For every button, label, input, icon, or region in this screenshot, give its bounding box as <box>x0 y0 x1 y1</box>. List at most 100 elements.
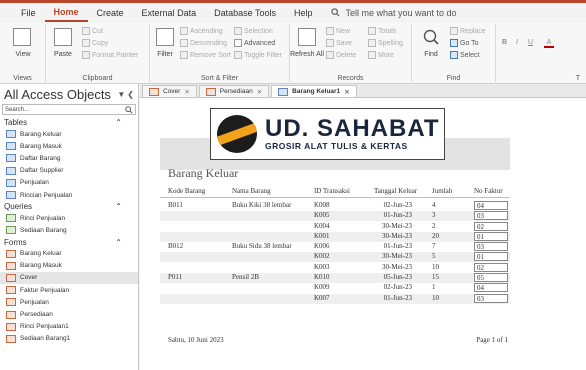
ascending-button[interactable]: Ascending <box>180 27 223 35</box>
filter-button[interactable]: Filter <box>150 51 180 58</box>
more-button[interactable]: More <box>368 51 394 59</box>
tab-help[interactable]: Help <box>285 5 322 21</box>
nav-menu-icon[interactable]: ▼ <box>117 90 125 99</box>
paste-button[interactable]: Paste <box>46 51 80 58</box>
nav-section-forms[interactable]: Forms ⌃ <box>0 237 138 248</box>
group-label-sort-filter: Sort & Filter <box>201 75 238 82</box>
nav-search-input[interactable]: Search... <box>2 104 136 115</box>
nav-item-form[interactable]: Barang Keluar <box>0 248 138 260</box>
cell-tgl: 30-Mei-23 <box>382 252 412 261</box>
nav-section-queries[interactable]: Queries ⌃ <box>0 201 138 212</box>
font-color-button[interactable]: A <box>544 39 554 48</box>
filter-icon[interactable] <box>156 28 174 46</box>
advanced-button[interactable]: Advanced <box>234 39 275 47</box>
nav-item-query[interactable]: Sediaan Barang <box>0 224 138 236</box>
tab-database-tools[interactable]: Database Tools <box>205 5 285 21</box>
doc-tab-barang-keluar1[interactable]: Barang Keluar1 ✕ <box>271 85 357 97</box>
replace-button[interactable]: Replace <box>450 27 486 35</box>
refresh-icon[interactable] <box>298 28 316 46</box>
report-icon <box>278 87 289 96</box>
company-logo: UD. SAHABAT GROSIR ALAT TULIS & KERTAS <box>210 108 445 160</box>
save-record-button[interactable]: Save <box>326 39 352 47</box>
doc-tab-cover[interactable]: Cover ✕ <box>142 85 197 97</box>
selection-button[interactable]: Selection <box>234 27 273 35</box>
table-row: K001 30-Mei-23 20 01 <box>160 231 520 243</box>
table-row: K005 01-Jun-23 3 03 <box>160 211 520 222</box>
cell-faktur: 03 <box>474 293 508 303</box>
toggle-filter-button[interactable]: Toggle Filter <box>234 51 282 59</box>
nav-item-label: Rinci Penjualan1 <box>20 323 69 331</box>
query-icon <box>6 214 16 223</box>
section-label: Tables <box>4 118 28 127</box>
spelling-button[interactable]: Spelling <box>368 39 403 47</box>
refresh-all-button[interactable]: Refresh All <box>290 51 324 58</box>
format-painter-button[interactable]: Format Painter <box>82 51 138 59</box>
underline-button[interactable]: U <box>528 39 533 46</box>
table-row: P011 Pensil 2B K010 05-Jun-23 15 05 <box>160 273 520 284</box>
nav-item-query[interactable]: Rinci Penjualan <box>0 212 138 224</box>
cell-jml: 2 <box>432 221 436 230</box>
nav-item-form[interactable]: Rinci Penjualan1 <box>0 321 138 333</box>
cell-nama: Pensil 2B <box>232 273 260 282</box>
remove-sort-button[interactable]: Remove Sort <box>180 51 231 59</box>
more-label: More <box>378 51 394 59</box>
view-button[interactable]: View <box>0 51 46 58</box>
new-record-button[interactable]: New <box>326 27 350 35</box>
tab-create[interactable]: Create <box>88 5 133 21</box>
descending-button[interactable]: Descending <box>180 39 227 47</box>
nav-item-form[interactable]: Penjualan <box>0 296 138 308</box>
logo-tagline: GROSIR ALAT TULIS & KERTAS <box>265 141 408 151</box>
group-label-records: Records <box>337 75 364 82</box>
nav-item-table[interactable]: Rincian Penjualan <box>0 189 138 201</box>
goto-button[interactable]: Go To <box>450 39 479 47</box>
view-icon[interactable] <box>13 28 31 46</box>
nav-item-form[interactable]: Sediaan Barang1 <box>0 333 138 345</box>
cell-tgl: 01-Jun-23 <box>383 242 412 251</box>
tell-me-box[interactable]: Tell me what you want to do <box>331 8 457 18</box>
nav-item-table[interactable]: Penjualan <box>0 177 138 189</box>
tab-external-data[interactable]: External Data <box>133 5 206 21</box>
nav-item-form[interactable]: Faktur Penjualan <box>0 284 138 296</box>
nav-item-table[interactable]: Daftar Barang <box>0 152 138 164</box>
descending-label: Descending <box>190 39 227 47</box>
table-icon <box>6 191 16 200</box>
paste-icon[interactable] <box>54 28 72 46</box>
cell-tgl: 05-Jun-23 <box>383 273 412 282</box>
report-page: UD. SAHABAT GROSIR ALAT TULIS & KERTAS B… <box>150 98 520 370</box>
nav-item-form-selected[interactable]: Cover <box>0 271 138 285</box>
find-button[interactable]: Find <box>412 51 450 58</box>
close-icon[interactable]: ✕ <box>184 88 189 96</box>
tab-home[interactable]: Home <box>44 4 88 22</box>
copy-button[interactable]: Copy <box>82 39 108 47</box>
cell-tgl: 01-Jun-23 <box>383 293 412 302</box>
nav-section-tables[interactable]: Tables ⌃ <box>0 117 138 128</box>
nav-title[interactable]: All Access Objects <box>4 87 111 102</box>
new-record-icon <box>326 27 334 35</box>
nav-item-table[interactable]: Daftar Supplier <box>0 165 138 177</box>
cell-id: K001 <box>314 231 330 240</box>
table-row: K007 01-Jun-23 10 03 <box>160 293 520 304</box>
bold-button[interactable]: B <box>502 39 507 46</box>
doc-tab-persediaan[interactable]: Persediaan ✕ <box>198 85 270 97</box>
navigation-pane: All Access Objects ▼ ❮ Search... Tables ⌃ … <box>0 84 139 370</box>
copy-label: Copy <box>92 39 109 47</box>
cell-jml: 3 <box>432 211 436 220</box>
nav-item-form[interactable]: Persediaan <box>0 308 138 320</box>
close-icon[interactable]: ✕ <box>344 88 349 96</box>
nav-collapse-icon[interactable]: ❮ <box>127 90 134 99</box>
chevron-up-icon: ⌃ <box>115 237 122 247</box>
italic-button[interactable]: I <box>516 39 518 46</box>
tab-file[interactable]: File <box>12 5 45 21</box>
nav-item-table[interactable]: Barang Masuk <box>0 140 138 152</box>
delete-record-button[interactable]: Delete <box>326 51 356 59</box>
nav-item-label: Rinci Penjualan <box>20 214 66 222</box>
binoculars-icon[interactable] <box>422 28 440 46</box>
nav-item-table[interactable]: Barang Keluar <box>0 128 138 140</box>
select-button[interactable]: Select <box>450 51 479 59</box>
cut-button[interactable]: Cut <box>82 27 103 35</box>
cell-id: K004 <box>314 221 330 230</box>
col-jumlah: Jumlah <box>432 187 453 195</box>
totals-button[interactable]: Totals <box>368 27 396 35</box>
close-icon[interactable]: ✕ <box>257 88 262 96</box>
nav-item-form[interactable]: Barang Masuk <box>0 260 138 272</box>
